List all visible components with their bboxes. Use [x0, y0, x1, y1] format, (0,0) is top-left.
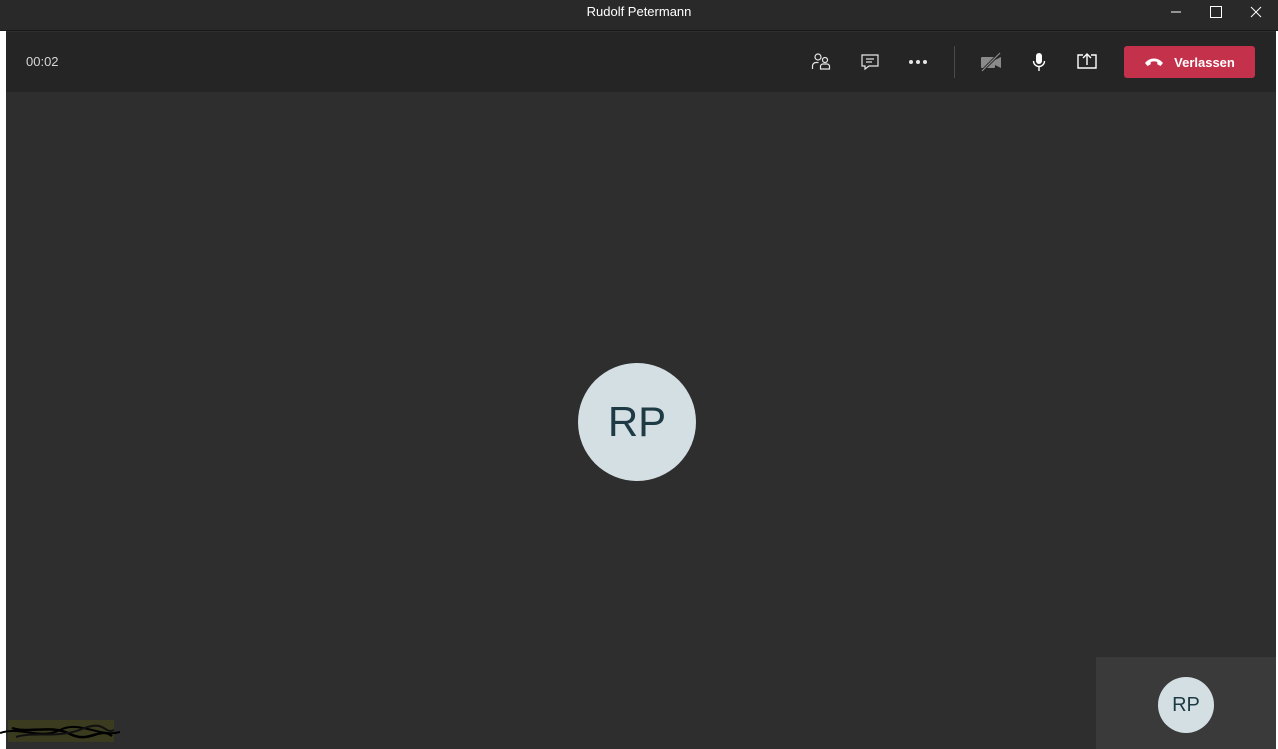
leave-label: Verlassen [1174, 54, 1235, 70]
chat-icon [861, 54, 879, 71]
close-icon [1250, 6, 1262, 18]
more-actions-button[interactable] [900, 44, 936, 80]
call-control-bar: 00:02 Verlassen [6, 32, 1276, 92]
title-bar: Rudolf Petermann [0, 0, 1278, 31]
minimize-button[interactable] [1156, 0, 1196, 24]
camera-toggle-button[interactable] [973, 44, 1009, 80]
microphone-icon [1032, 53, 1046, 71]
camera-off-icon [980, 51, 1002, 73]
teams-call-window: Rudolf Petermann 00:02 Verlassen RP RP [0, 0, 1278, 749]
chat-button[interactable] [852, 44, 888, 80]
close-button[interactable] [1236, 0, 1276, 24]
video-stage: RP RP [6, 92, 1276, 749]
control-divider [954, 46, 955, 78]
call-timer: 00:02 [26, 54, 59, 69]
self-avatar: RP [1158, 677, 1214, 733]
minimize-icon [1171, 11, 1181, 13]
microphone-toggle-button[interactable] [1021, 44, 1057, 80]
participants-button[interactable] [803, 44, 839, 80]
participant-initials: RP [607, 398, 667, 445]
leave-call-button[interactable]: Verlassen [1124, 46, 1255, 78]
self-view-tile[interactable]: RP [1096, 657, 1276, 749]
participant-avatar: RP [578, 363, 696, 481]
redacted-scribble [0, 720, 120, 742]
share-screen-icon [1077, 53, 1097, 69]
maximize-icon [1210, 6, 1222, 18]
hang-up-icon [1145, 58, 1164, 66]
self-initials: RP [1172, 693, 1200, 716]
window-title: Rudolf Petermann [586, 4, 692, 19]
share-screen-button[interactable] [1069, 44, 1105, 80]
more-icon [909, 60, 927, 64]
maximize-button[interactable] [1196, 0, 1236, 24]
people-icon [811, 53, 831, 70]
